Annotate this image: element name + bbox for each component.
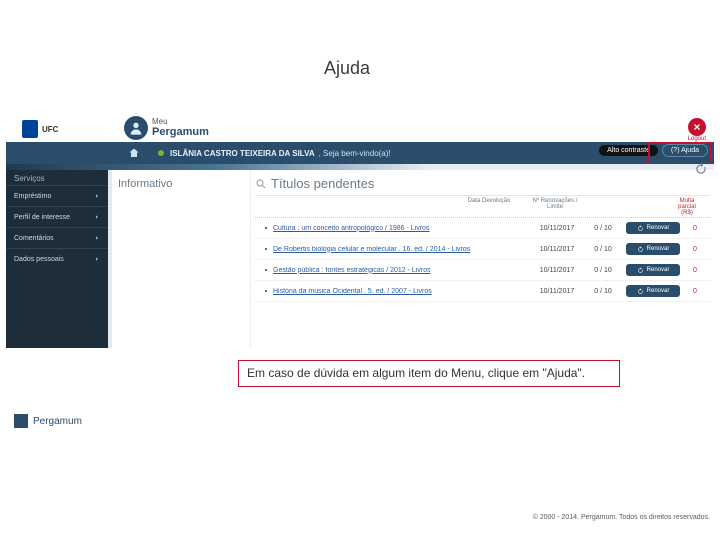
instruction-callout: Em caso de dúvida em algum item do Menu,… — [238, 360, 620, 387]
brand-block: Meu Pergamum — [124, 116, 209, 140]
sidebar-item-emprestimo[interactable]: Empréstimo — [6, 185, 108, 206]
title-link[interactable]: De Robertis biologia celular e molecular… — [273, 246, 534, 253]
close-icon — [692, 122, 702, 132]
chevron-right-icon — [94, 193, 100, 199]
th-renew: Nº Renovações / Limite — [532, 198, 578, 216]
contrast-button[interactable]: Alto contraste — [599, 145, 658, 156]
sidebar: Serviços Empréstimo Perfil de interesse … — [6, 170, 112, 348]
cell-multa: 0 — [680, 225, 710, 232]
shield-icon — [22, 120, 38, 138]
avatar-icon — [124, 116, 148, 140]
cell-date: 10/11/2017 — [534, 267, 580, 274]
cell-date: 10/11/2017 — [534, 225, 580, 232]
org-code: UFC — [42, 125, 58, 134]
copyright-text: © 2000 - 2014. Pergamum. Todos os direit… — [533, 514, 710, 521]
cell-ratio: 0 / 10 — [580, 246, 626, 253]
refresh-icon — [637, 246, 644, 253]
pending-title: Títulos pendentes — [255, 174, 710, 196]
bullet-icon — [265, 227, 267, 229]
renew-button[interactable]: Renovar — [626, 285, 680, 297]
home-icon[interactable] — [128, 147, 140, 159]
cell-ratio: 0 / 10 — [580, 267, 626, 274]
help-button[interactable]: (?) Ajuda — [662, 144, 708, 157]
th-multa: Multa parcial (R$) — [672, 198, 702, 216]
app-screenshot: UFC Meu Pergamum Logout ISLÂNIA CASTRO T… — [6, 116, 714, 356]
user-name: ISLÂNIA CASTRO TEIXEIRA DA SILVA — [170, 149, 315, 158]
search-icon — [255, 178, 267, 190]
user-bar: ISLÂNIA CASTRO TEIXEIRA DA SILVA , Seja … — [6, 142, 714, 164]
chevron-right-icon — [94, 256, 100, 262]
title-link[interactable]: Gestão pública : fontes estratégicas / 2… — [273, 267, 534, 274]
title-link[interactable]: História da música Ocidental . 5. ed. / … — [273, 288, 534, 295]
sidebar-item-comentarios[interactable]: Comentários — [6, 227, 108, 248]
refresh-icon — [637, 288, 644, 295]
status-dot-icon — [158, 150, 164, 156]
refresh-icon — [637, 267, 644, 274]
footer-brand-text: Pergamum — [33, 416, 82, 427]
informativo-title: Informativo — [118, 178, 244, 190]
brand-name: Pergamum — [152, 126, 209, 138]
table-header: Data Devolução Nº Renovações / Limite Mu… — [255, 196, 710, 218]
org-logo: UFC — [22, 120, 58, 138]
footer-brand: Pergamum — [14, 414, 82, 428]
chevron-right-icon — [94, 235, 100, 241]
cell-multa: 0 — [680, 288, 710, 295]
meu-label: Meu — [152, 118, 209, 126]
sidebar-section-title: Serviços — [6, 170, 108, 185]
th-date: Data Devolução — [466, 198, 512, 216]
title-link[interactable]: Cultura : um conceito antropológico / 19… — [273, 225, 534, 232]
panel-titulos-pendentes: Títulos pendentes Data Devolução Nº Reno… — [251, 170, 714, 348]
cell-ratio: 0 / 10 — [580, 225, 626, 232]
cell-multa: 0 — [680, 246, 710, 253]
cell-date: 10/11/2017 — [534, 288, 580, 295]
logout-button[interactable]: Logout — [688, 118, 706, 142]
refresh-icon[interactable] — [694, 162, 708, 176]
chevron-right-icon — [94, 214, 100, 220]
table-row: De Robertis biologia celular e molecular… — [255, 239, 710, 260]
cell-ratio: 0 / 10 — [580, 288, 626, 295]
panel-informativo: Informativo — [112, 170, 251, 348]
sidebar-item-label: Comentários — [14, 235, 54, 242]
slide-title: Ajuda — [324, 58, 370, 79]
welcome-text: , Seja bem-vindo(a)! — [319, 149, 391, 158]
userbar-actions: Alto contraste (?) Ajuda — [599, 144, 708, 157]
sidebar-item-label: Empréstimo — [14, 193, 51, 200]
sidebar-item-dados[interactable]: Dados pessoais — [6, 248, 108, 269]
renew-button[interactable]: Renovar — [626, 222, 680, 234]
main-row: Serviços Empréstimo Perfil de interesse … — [6, 170, 714, 348]
th-spacer — [598, 198, 652, 216]
pending-title-text: Títulos pendentes — [271, 176, 374, 191]
bullet-icon — [265, 269, 267, 271]
cell-multa: 0 — [680, 267, 710, 274]
app-header: UFC Meu Pergamum Logout — [6, 116, 714, 142]
refresh-icon — [637, 225, 644, 232]
sidebar-item-label: Dados pessoais — [14, 256, 64, 263]
table-row: Cultura : um conceito antropológico / 19… — [255, 218, 710, 239]
table-row: História da música Ocidental . 5. ed. / … — [255, 281, 710, 302]
cell-date: 10/11/2017 — [534, 246, 580, 253]
bullet-icon — [265, 290, 267, 292]
book-icon — [14, 414, 28, 428]
divider-gradient — [6, 164, 714, 170]
renew-button[interactable]: Renovar — [626, 264, 680, 276]
content-area: Informativo Títulos pendentes Data Devol… — [112, 170, 714, 348]
bullet-icon — [265, 248, 267, 250]
renew-button[interactable]: Renovar — [626, 243, 680, 255]
table-row: Gestão pública : fontes estratégicas / 2… — [255, 260, 710, 281]
sidebar-item-perfil[interactable]: Perfil de interesse — [6, 206, 108, 227]
sidebar-item-label: Perfil de interesse — [14, 214, 70, 221]
